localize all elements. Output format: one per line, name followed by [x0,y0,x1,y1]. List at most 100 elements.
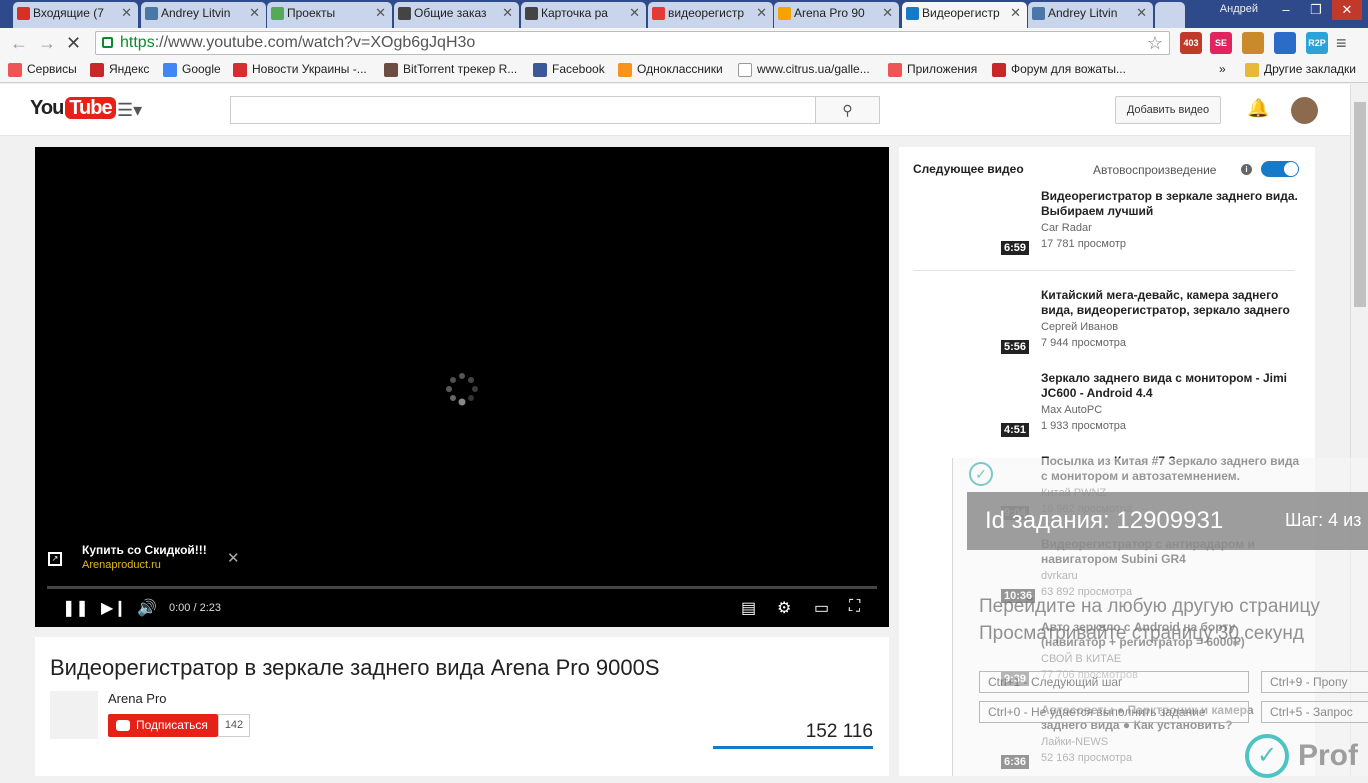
related-video-title[interactable]: Китайский мега-девайс, камера заднего ви… [1041,288,1303,318]
browser-user-name[interactable]: Андрей [1220,3,1258,15]
video-player[interactable]: ↗ Купить со Скидкой!!! Arenaproduct.ru ✕… [35,147,889,627]
tab-close-icon[interactable]: ✕ [375,2,386,24]
tab-close-icon[interactable]: ✕ [882,2,893,24]
youtube-logo[interactable]: You Tube [30,97,116,120]
upload-button[interactable]: Добавить видео [1115,96,1221,124]
pause-icon[interactable]: ❚❚ [62,598,89,618]
ad-title[interactable]: Купить со Скидкой!!! [82,543,207,557]
browser-tab[interactable]: Andrey Litvin ✕ [1028,2,1153,28]
subtitles-icon[interactable]: ▤ [741,598,756,618]
browser-tab[interactable]: Arena Pro 90 ✕ [774,2,899,28]
settings-gear-icon[interactable]: ⚙ [777,598,791,618]
player-ad-overlay[interactable]: ↗ Купить со Скидкой!!! Arenaproduct.ru ✕ [43,539,243,579]
check-circle-icon[interactable]: ✓ [969,462,993,486]
next-icon[interactable]: ▶❙ [101,598,127,618]
cannot-complete-button[interactable]: Ctrl+0 - Не удается выполнить задание [979,701,1249,723]
tab-label: Видеорегистр [922,6,1000,20]
other-bookmarks[interactable]: Другие закладки [1245,62,1356,77]
related-video-channel: Сергей Иванов [1041,321,1119,333]
search-button[interactable]: ⚲ [815,96,880,124]
facebook-icon [533,63,547,77]
subscribe-button[interactable]: Подписаться [108,714,218,737]
search-input[interactable] [230,96,816,124]
tab-close-icon[interactable]: ✕ [249,2,260,24]
browser-tab[interactable]: Andrey Litvin ✕ [141,2,266,28]
subscriber-count: 142 [218,714,250,737]
tab-close-icon[interactable]: ✕ [629,2,640,24]
extension-icon[interactable]: R2P [1306,32,1328,54]
stop-loading-icon[interactable]: ✕ [66,33,81,54]
related-video-title[interactable]: Видеорегистратор в зеркале заднего вида.… [1041,189,1303,219]
bookmark-item[interactable]: www.citrus.ua/galle... [738,62,870,77]
avatar[interactable] [1291,97,1318,124]
browser-tab[interactable]: Общие заказ ✕ [394,2,519,28]
progress-bar[interactable] [47,586,877,589]
video-thumbnail[interactable]: 4:51 [913,371,1033,439]
maximize-icon[interactable]: ❐ [1302,0,1330,20]
tab-close-icon[interactable]: ✕ [1136,2,1147,24]
channel-name[interactable]: Arena Pro [108,691,167,706]
browser-tab[interactable]: Карточка ра ✕ [521,2,646,28]
external-link-icon[interactable]: ↗ [48,552,62,566]
bookmark-item[interactable]: Facebook [533,62,605,77]
bookmark-item[interactable]: Приложения [888,62,977,77]
tab-close-icon[interactable]: ✕ [1010,2,1021,24]
tab-close-icon[interactable]: ✕ [756,2,767,24]
volume-icon[interactable]: 🔊 [137,598,157,618]
bookmark-item[interactable]: Новости Украины -... [233,62,367,77]
extension-icon[interactable]: SE [1210,32,1232,54]
address-bar[interactable]: https://www.youtube.com/watch?v=XOgb6gJq… [95,31,1170,55]
guide-menu-icon[interactable]: ☰▾ [117,100,142,121]
youtube-play-icon [116,720,130,731]
bookmarks-overflow[interactable]: » [1219,62,1226,76]
ad-close-icon[interactable]: ✕ [227,549,240,567]
theater-mode-icon[interactable]: ▭ [814,598,829,618]
minimize-icon[interactable]: – [1272,0,1300,20]
forward-arrow-icon[interactable]: → [38,33,56,54]
menu-icon[interactable]: ≡ [1336,33,1347,54]
bookmark-item[interactable]: BitTorrent трекер R... [384,62,517,77]
browser-tab[interactable]: Проекты ✕ [267,2,392,28]
related-video-item[interactable]: 4:51 Зеркало заднего вида с монитором - J… [913,371,1313,451]
ad-url[interactable]: Arenaproduct.ru [82,559,161,571]
video-thumbnail[interactable]: 5:56 [913,288,1033,356]
ua-icon [233,63,247,77]
extension-icon[interactable] [1242,32,1264,54]
related-video-item[interactable]: 6:59 Видеорегистратор в зеркале заднего в… [913,189,1313,269]
bell-icon[interactable]: 🔔 [1247,98,1269,119]
extension-icon[interactable] [1274,32,1296,54]
loading-icon [906,7,919,20]
bookmark-item[interactable]: Яндекс [90,62,149,77]
folder-icon [1245,63,1259,77]
close-window-icon[interactable]: ✕ [1332,0,1362,20]
related-video-item[interactable]: 5:56 Китайский мега-девайс, камера заднег… [913,288,1313,368]
video-thumbnail[interactable]: 6:59 [913,189,1033,257]
autoplay-label: Автовоспроизведение [1093,163,1217,177]
channel-avatar[interactable] [50,691,98,739]
skip-button[interactable]: Ctrl+9 - Пропу [1261,671,1368,693]
browser-tab[interactable]: видеорегистр ✕ [648,2,773,28]
player-controls: ❚❚ ▶❙ 🔊 0:00 / 2:23 ▤ ⚙ ▭ ⛶ [35,595,889,625]
info-icon[interactable]: i [1241,164,1252,175]
new-tab-button[interactable] [1155,2,1185,28]
tab-label: видеорегистр [668,6,745,20]
tab-close-icon[interactable]: ✕ [502,2,513,24]
a-icon [398,7,411,20]
tab-label: Arena Pro 90 [794,6,865,20]
browser-tab[interactable]: Входящие (7 ✕ [13,2,138,28]
request-button[interactable]: Ctrl+5 - Запрос [1261,701,1368,723]
bookmark-item[interactable]: Google [163,62,221,77]
fullscreen-icon[interactable]: ⛶ [849,598,860,616]
next-step-button[interactable]: Ctrl+1 - Следующий шаг [979,671,1249,693]
browser-tab[interactable]: Видеорегистр ✕ [902,2,1027,28]
tab-close-icon[interactable]: ✕ [121,2,132,24]
extension-icon[interactable]: 403 [1180,32,1202,54]
bookmark-item[interactable]: Форум для вожаты... [992,62,1126,77]
scrollbar-thumb[interactable] [1354,102,1366,307]
related-video-title[interactable]: Зеркало заднего вида с монитором - Jimi … [1041,371,1303,401]
back-arrow-icon[interactable]: ← [10,33,28,54]
bookmark-item[interactable]: Сервисы [8,62,77,77]
bookmark-star-icon[interactable]: ☆ [1147,32,1163,54]
bookmark-item[interactable]: Одноклассники [618,62,723,77]
autoplay-toggle[interactable] [1261,161,1299,177]
